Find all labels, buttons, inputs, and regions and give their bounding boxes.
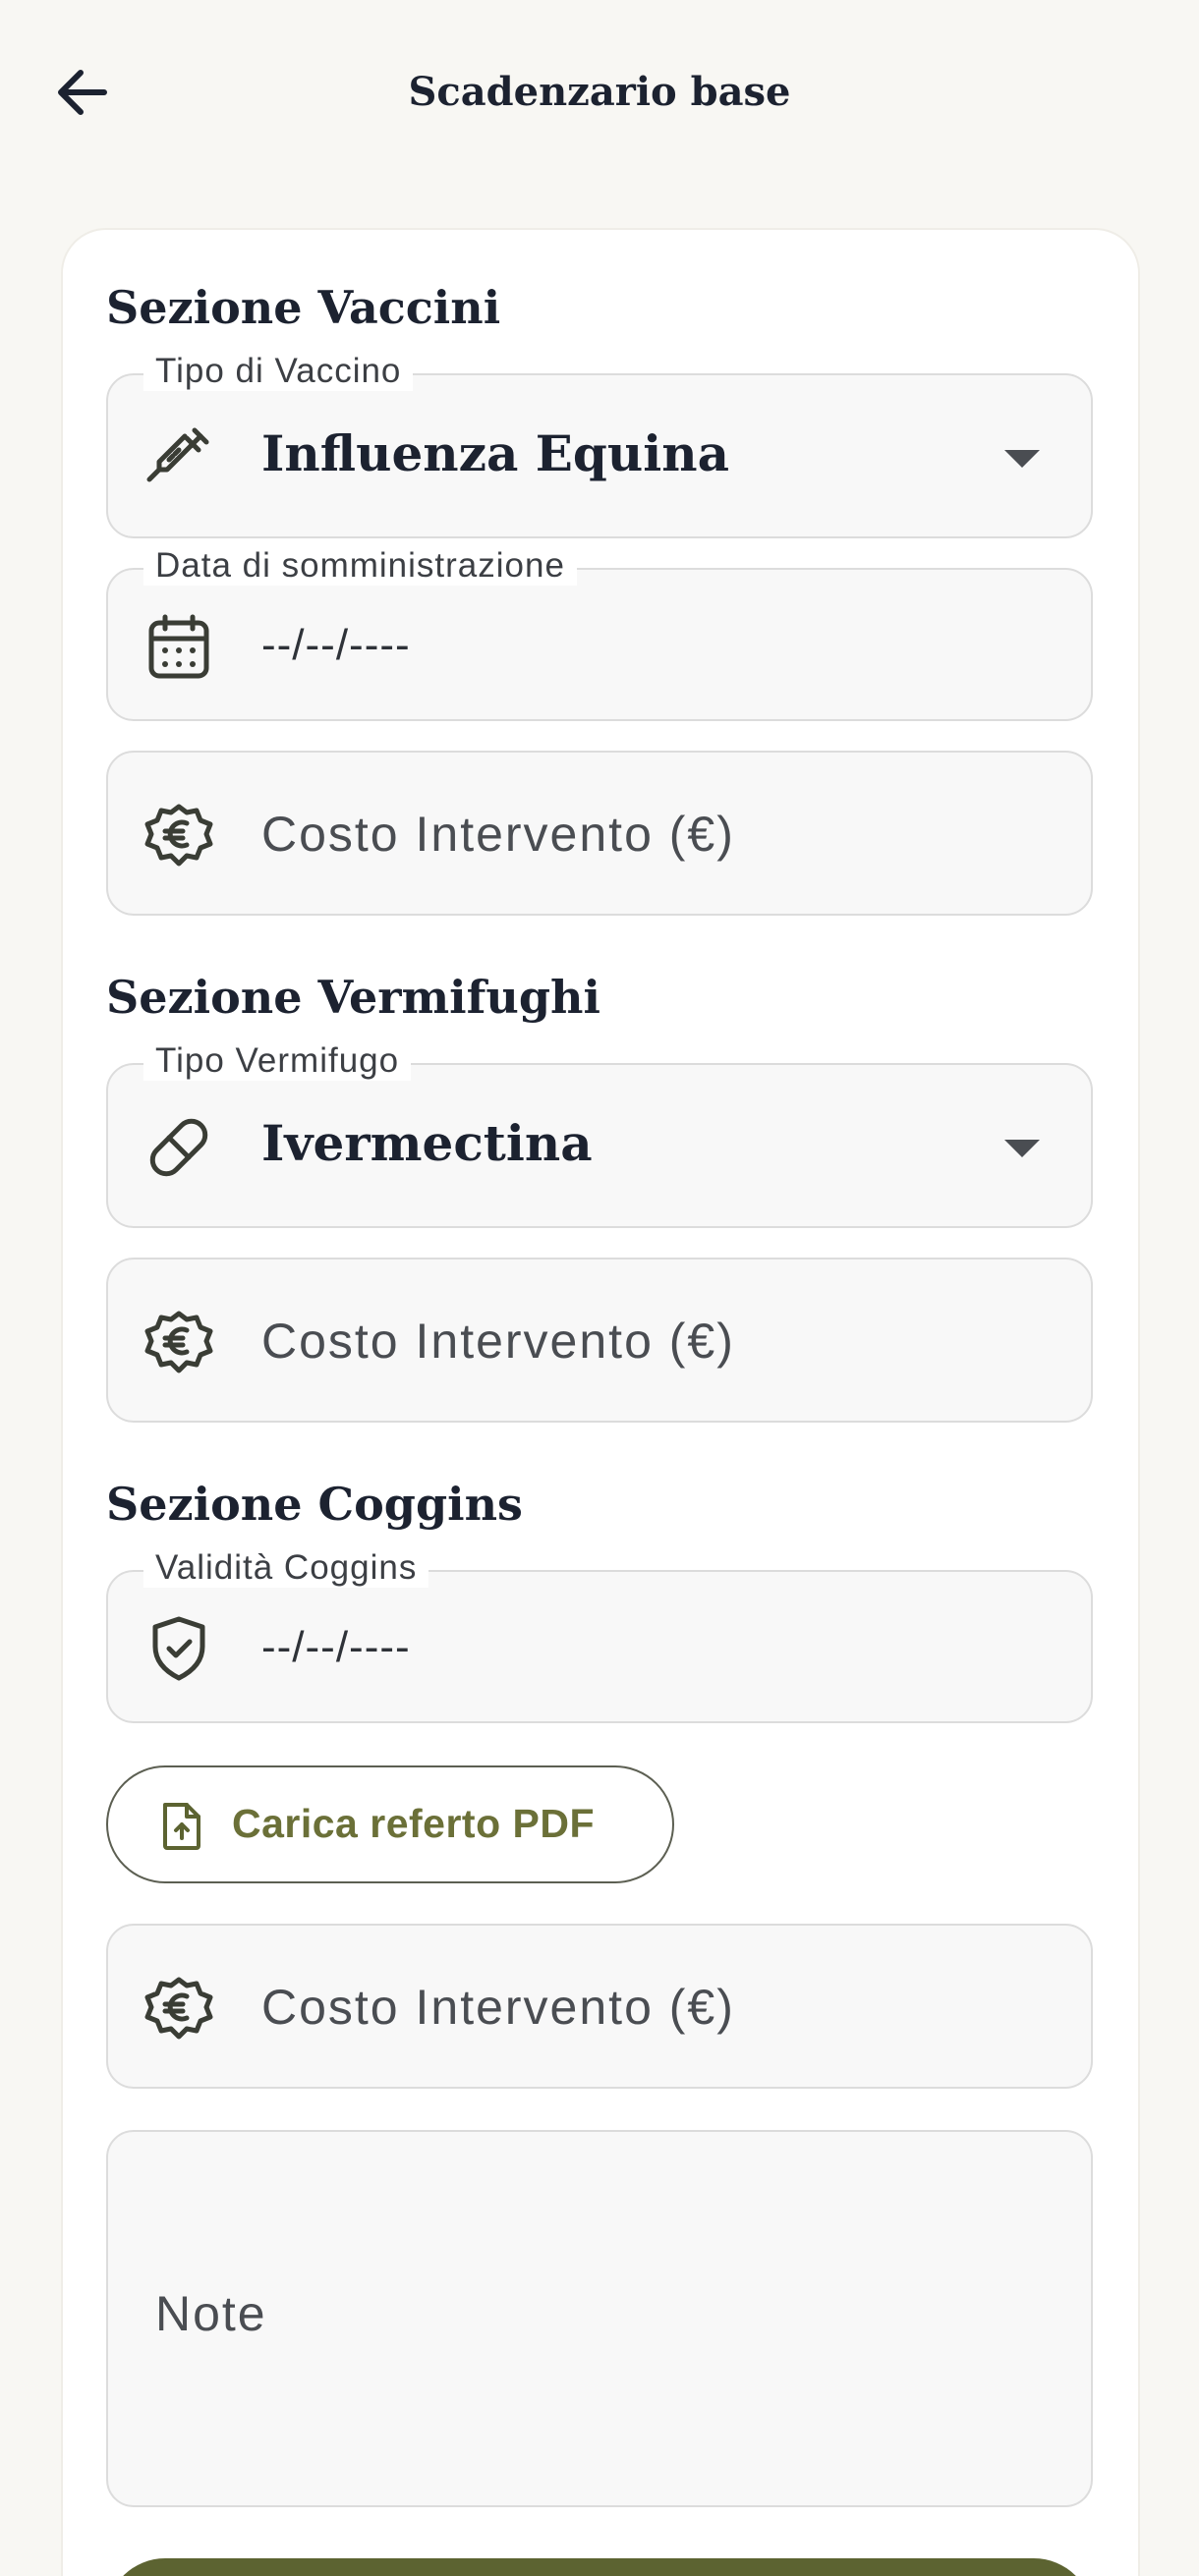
dewormer-type-select[interactable]: Tipo Vermifugo Ivermectina <box>106 1041 1093 1228</box>
vaccine-cost-input[interactable]: Costo Intervento (€) <box>106 751 1093 916</box>
euro-icon <box>144 1311 213 1373</box>
chevron-down-icon <box>1004 450 1040 468</box>
section-title-coggins: Sezione Coggins <box>106 1478 523 1531</box>
section-title-vaccini: Sezione Vaccini <box>106 281 501 334</box>
chevron-down-icon <box>1004 1140 1040 1157</box>
syringe-icon <box>146 427 209 482</box>
dewormer-type-label: Tipo Vermifugo <box>143 1041 412 1081</box>
administration-date-label: Data di somministrazione <box>143 546 577 586</box>
euro-icon <box>144 804 213 867</box>
administration-date-field[interactable]: Data di somministrazione --/--/---- <box>106 546 1093 721</box>
coggins-validity-label: Validità Coggins <box>143 1548 429 1588</box>
section-title-vermifughi: Sezione Vermifughi <box>106 971 600 1024</box>
shield-check-icon <box>152 1616 205 1681</box>
vaccine-type-select[interactable]: Tipo di Vaccino Influenza Equina <box>106 352 1093 538</box>
upload-pdf-button[interactable]: Carica referto PDF <box>106 1765 674 1883</box>
page-title: Scadenzario base <box>408 69 791 115</box>
dewormer-cost-input[interactable]: Costo Intervento (€) <box>106 1258 1093 1423</box>
coggins-cost-input[interactable]: Costo Intervento (€) <box>106 1924 1093 2089</box>
notes-placeholder: Note <box>155 2286 267 2341</box>
notes-textarea[interactable]: Note <box>106 2130 1093 2507</box>
vaccine-type-label: Tipo di Vaccino <box>143 352 414 391</box>
save-button[interactable] <box>106 2558 1093 2576</box>
dewormer-type-value: Ivermectina <box>261 1114 593 1172</box>
calendar-icon <box>148 614 209 679</box>
top-app-bar: Scadenzario base <box>0 0 1199 196</box>
upload-pdf-label: Carica referto PDF <box>232 1801 596 1846</box>
administration-date-value: --/--/---- <box>261 621 411 669</box>
pill-icon <box>149 1118 208 1177</box>
coggins-cost-placeholder: Costo Intervento (€) <box>261 1980 735 2035</box>
euro-icon <box>144 1977 213 2040</box>
coggins-validity-value: --/--/---- <box>261 1623 411 1671</box>
vaccine-cost-placeholder: Costo Intervento (€) <box>261 807 735 862</box>
file-upload-icon <box>163 1803 200 1850</box>
vaccine-type-value: Influenza Equina <box>261 424 729 482</box>
coggins-validity-field[interactable]: Validità Coggins --/--/---- <box>106 1548 1093 1723</box>
dewormer-cost-placeholder: Costo Intervento (€) <box>261 1314 735 1369</box>
